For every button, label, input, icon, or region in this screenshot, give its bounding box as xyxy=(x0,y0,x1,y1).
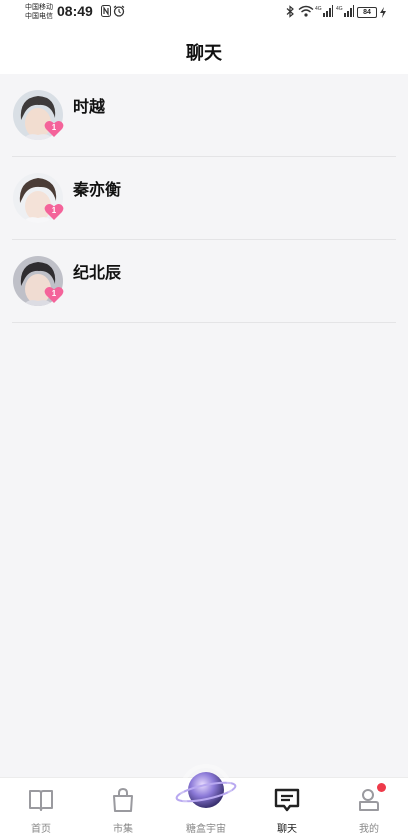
clock: 08:49 xyxy=(57,3,93,19)
alarm-icon xyxy=(113,5,125,17)
svg-text:4G: 4G xyxy=(336,6,343,12)
signal-1-icon: 4G xyxy=(315,5,333,17)
tab-label: 聊天 xyxy=(277,824,297,835)
chat-item[interactable]: 1 纪北辰 xyxy=(0,240,408,323)
heart-badge-icon xyxy=(44,121,64,137)
shopping-bag-icon xyxy=(113,787,133,812)
charging-icon xyxy=(380,7,386,18)
carrier-1: 中国移动 xyxy=(25,3,53,11)
wifi-icon xyxy=(298,5,314,17)
tab-home[interactable]: 首页 xyxy=(11,778,71,840)
status-bar: 中国移动 中国电信 08:49 4G 4G 84 xyxy=(0,0,408,26)
tab-label: 首页 xyxy=(31,824,51,835)
battery-indicator: 84 xyxy=(357,7,377,18)
chat-name: 纪北辰 xyxy=(73,263,122,282)
header: 聊天 xyxy=(0,26,408,74)
chat-item[interactable]: 1 时越 xyxy=(0,74,408,157)
carrier-info: 中国移动 中国电信 xyxy=(25,3,53,21)
signal-2-icon: 4G xyxy=(336,5,354,17)
carrier-2: 中国电信 xyxy=(25,12,53,20)
chat-list: 1 时越 1 秦亦衡 1 纪北辰 xyxy=(0,74,408,323)
tab-profile[interactable]: 我的 xyxy=(339,778,399,840)
tab-label: 糖盒宇宙 xyxy=(186,824,226,835)
planet-icon xyxy=(175,764,237,816)
tab-chat[interactable]: 聊天 xyxy=(257,778,317,840)
chat-name: 时越 xyxy=(73,97,106,116)
chat-item[interactable]: 1 秦亦衡 xyxy=(0,157,408,240)
tab-label: 我的 xyxy=(359,824,379,835)
heart-badge-icon xyxy=(44,204,64,220)
page-title: 聊天 xyxy=(186,43,222,64)
book-icon xyxy=(29,790,53,811)
tab-label: 市集 xyxy=(113,824,133,835)
heart-badge-icon xyxy=(44,287,64,303)
notification-dot xyxy=(377,783,386,792)
bluetooth-icon xyxy=(286,5,294,18)
svg-text:4G: 4G xyxy=(315,6,322,12)
nfc-icon xyxy=(101,5,111,17)
chat-name: 秦亦衡 xyxy=(73,180,122,199)
chat-icon xyxy=(274,788,300,812)
tab-market[interactable]: 市集 xyxy=(93,778,153,840)
